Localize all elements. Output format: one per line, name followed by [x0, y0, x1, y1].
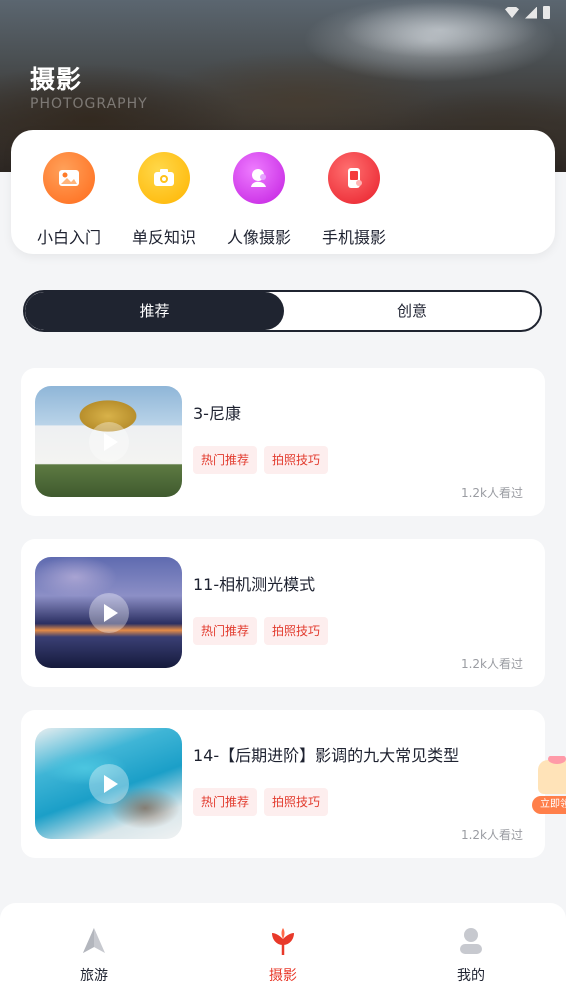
video-thumbnail[interactable]: [35, 557, 182, 668]
page-subtitle: PHOTOGRAPHY: [30, 96, 148, 112]
category-mobile[interactable]: 手机摄影: [307, 152, 401, 248]
tag-tips: 拍照技巧: [264, 446, 329, 474]
tag-hot: 热门推荐: [193, 446, 258, 474]
battery-icon: [543, 6, 550, 19]
video-thumbnail[interactable]: [35, 728, 182, 839]
signal-icon: [525, 6, 537, 19]
video-title: 11-相机测光模式: [193, 575, 316, 594]
tag-hot: 热门推荐: [193, 617, 258, 645]
floating-gift-button[interactable]: 立即领: [532, 756, 566, 816]
portrait-icon: [233, 152, 285, 204]
category-portrait[interactable]: 人像摄影: [212, 152, 306, 248]
video-card[interactable]: 3-尼康 热门推荐 拍照技巧 1.2k人看过: [21, 368, 545, 516]
category-label: 单反知识: [131, 228, 196, 247]
wifi-icon: [505, 7, 519, 18]
video-card[interactable]: 14-【后期进阶】影调的九大常见类型 热门推荐 拍照技巧 1.2k人看过: [21, 710, 545, 858]
category-card: 小白入门 单反知识 人像摄影 手机摄影: [11, 130, 555, 254]
view-count: 1.2k人看过: [460, 486, 523, 500]
view-count: 1.2k人看过: [460, 657, 523, 671]
tab-creative[interactable]: 创意: [284, 292, 540, 330]
category-label: 手机摄影: [321, 228, 386, 247]
video-card[interactable]: 11-相机测光模式 热门推荐 拍照技巧 1.2k人看过: [21, 539, 545, 687]
nav-label: 摄影: [269, 968, 297, 984]
video-title: 3-尼康: [193, 404, 241, 423]
tab-switch: 推荐 创意: [23, 290, 542, 332]
view-count: 1.2k人看过: [460, 828, 523, 842]
play-icon[interactable]: [89, 593, 129, 633]
nav-item-photography[interactable]: 摄影: [233, 925, 333, 985]
category-beginner[interactable]: 小白入门: [22, 152, 116, 248]
nav-item-profile[interactable]: 我的: [421, 925, 521, 985]
video-title: 14-【后期进阶】影调的九大常见类型: [193, 746, 460, 765]
nav-item-travel[interactable]: 旅游: [44, 925, 144, 985]
play-icon[interactable]: [89, 764, 129, 804]
profile-icon: [460, 928, 482, 954]
category-dslr[interactable]: 单反知识: [117, 152, 211, 248]
nav-label: 旅游: [80, 968, 108, 984]
tab-recommended[interactable]: 推荐: [25, 292, 284, 330]
play-icon[interactable]: [89, 422, 129, 462]
video-thumbnail[interactable]: [35, 386, 182, 497]
page-title: 摄影: [30, 65, 83, 94]
camera-icon: [138, 152, 190, 204]
status-bar: [505, 6, 550, 19]
tag-hot: 热门推荐: [193, 788, 258, 816]
category-label: 人像摄影: [226, 228, 291, 247]
gift-label: 立即领: [532, 796, 566, 814]
travel-icon: [83, 928, 105, 953]
tag-tips: 拍照技巧: [264, 788, 329, 816]
picture-icon: [43, 152, 95, 204]
phone-icon: [328, 152, 380, 204]
bottom-nav: 旅游 摄影 我的: [0, 903, 566, 1008]
nav-label: 我的: [457, 968, 485, 984]
gift-icon: [538, 756, 566, 794]
category-label: 小白入门: [36, 228, 101, 247]
tag-tips: 拍照技巧: [264, 617, 329, 645]
photography-icon: [272, 928, 294, 955]
